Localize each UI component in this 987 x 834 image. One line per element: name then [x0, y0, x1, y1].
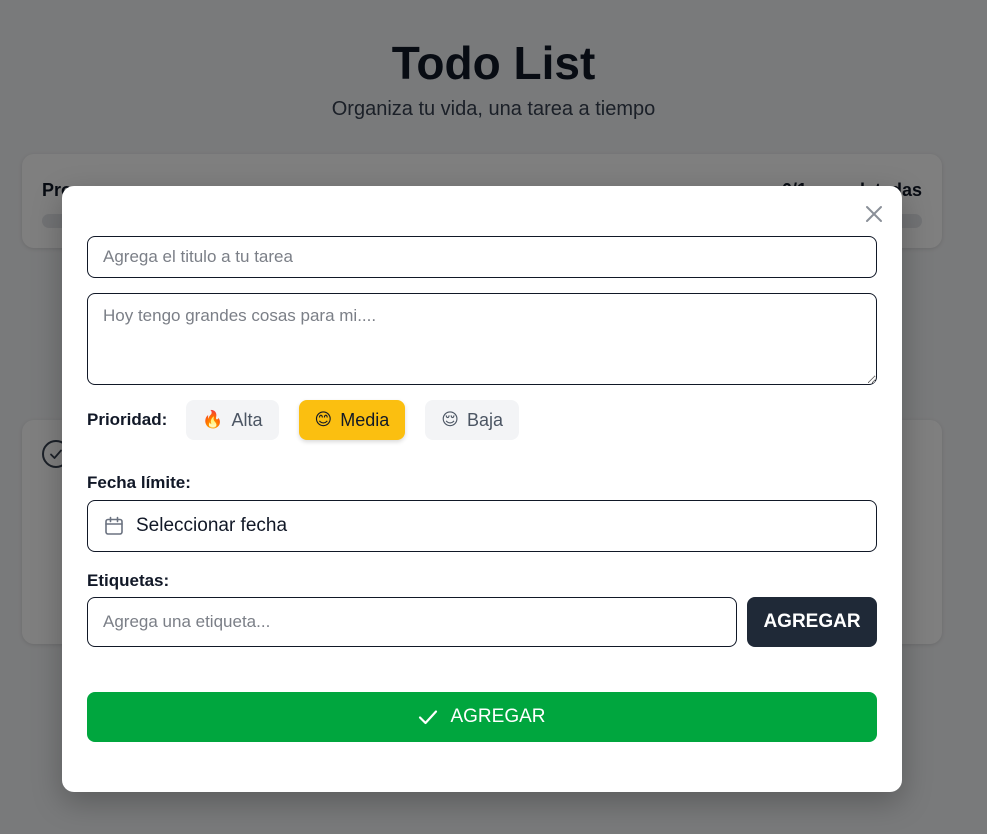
- relieved-face-icon: 😌: [441, 410, 459, 429]
- priority-selector: Prioridad: 🔥 Alta 😊 Media 😌 Baja: [87, 400, 539, 440]
- submit-task-label: AGREGAR: [450, 706, 546, 727]
- priority-high-button[interactable]: 🔥 Alta: [186, 400, 279, 440]
- priority-low-button[interactable]: 😌 Baja: [425, 400, 520, 440]
- priority-low-label: Baja: [467, 409, 504, 430]
- tag-input[interactable]: [87, 597, 737, 647]
- smile-icon: 😊: [314, 410, 333, 429]
- fire-icon: 🔥: [202, 410, 224, 429]
- task-description-textarea[interactable]: [87, 293, 877, 385]
- add-tag-button[interactable]: AGREGAR: [747, 597, 877, 647]
- close-icon: [866, 206, 882, 222]
- add-task-modal: Prioridad: 🔥 Alta 😊 Media 😌 Baja Fecha l…: [62, 186, 902, 792]
- check-icon: [418, 709, 438, 725]
- due-date-label: Fecha límite:: [87, 473, 191, 492]
- due-date-placeholder: Seleccionar fecha: [136, 515, 288, 536]
- priority-label: Prioridad:: [87, 410, 168, 429]
- priority-medium-button[interactable]: 😊 Media: [298, 400, 406, 440]
- priority-high-label: Alta: [231, 409, 263, 430]
- close-button[interactable]: [862, 202, 886, 226]
- task-title-input[interactable]: [87, 236, 877, 278]
- priority-medium-label: Media: [340, 409, 390, 430]
- submit-task-button[interactable]: AGREGAR: [87, 692, 877, 742]
- tags-label: Etiquetas:: [87, 571, 170, 590]
- calendar-icon: [104, 516, 124, 536]
- due-date-picker[interactable]: Seleccionar fecha: [87, 500, 877, 552]
